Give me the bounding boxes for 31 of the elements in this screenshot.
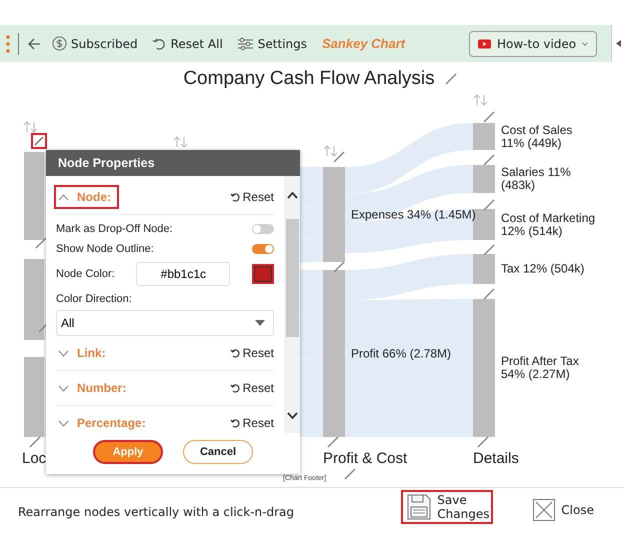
toolbar-button[interactable]: Settings xyxy=(234,36,310,50)
save-button[interactable]: Save Changes xyxy=(401,490,494,524)
reset-button[interactable]: Reset xyxy=(230,346,274,360)
dropdown[interactable]: All xyxy=(56,310,274,336)
node-label: Profit 66% (2.78M) xyxy=(351,347,452,360)
hint-text: Rearrange nodes vertically with a click-n-drag xyxy=(18,505,294,519)
close-button[interactable]: Close xyxy=(527,496,600,524)
toolbar-button[interactable]: Subscribed xyxy=(49,36,141,51)
field-label: Mark as Drop-Off Node: xyxy=(56,223,173,235)
field-label: Color Direction: xyxy=(56,293,133,305)
dialog-title: Node Properties xyxy=(46,150,300,176)
node-label: Cost of Marketing 12% (514k) xyxy=(501,212,596,238)
how-to-video-button[interactable]: How-to video xyxy=(469,30,597,56)
column-label: Details xyxy=(473,450,519,467)
cancel-button[interactable]: Cancel xyxy=(183,440,253,464)
reset-button[interactable]: Reset xyxy=(230,416,274,430)
app-title: Sankey Chart xyxy=(322,36,406,51)
node-label: Expenses 34% (1.45M) xyxy=(351,208,476,221)
column-label: Profit & Cost xyxy=(323,450,408,467)
node-label: Salaries 11% (483k) xyxy=(501,166,572,192)
toolbar-button[interactable]: Reset All xyxy=(148,36,226,51)
reset-button[interactable]: Reset xyxy=(230,381,274,395)
field-label: Show Node Outline: xyxy=(56,243,154,255)
color-field[interactable]: #bb1c1c xyxy=(136,262,230,286)
node-label: Profit After Tax 54% (2.27M) xyxy=(501,355,580,381)
column-label: Loc xyxy=(22,450,46,467)
reset-button[interactable]: Reset xyxy=(230,190,274,204)
field-label: Node Color: xyxy=(56,268,115,280)
chart-title: Company Cash Flow Analysis xyxy=(183,68,435,90)
node-label: Cost of Sales 11% (449k) xyxy=(501,124,574,150)
node-label: Tax 12% (504k) xyxy=(501,262,586,276)
